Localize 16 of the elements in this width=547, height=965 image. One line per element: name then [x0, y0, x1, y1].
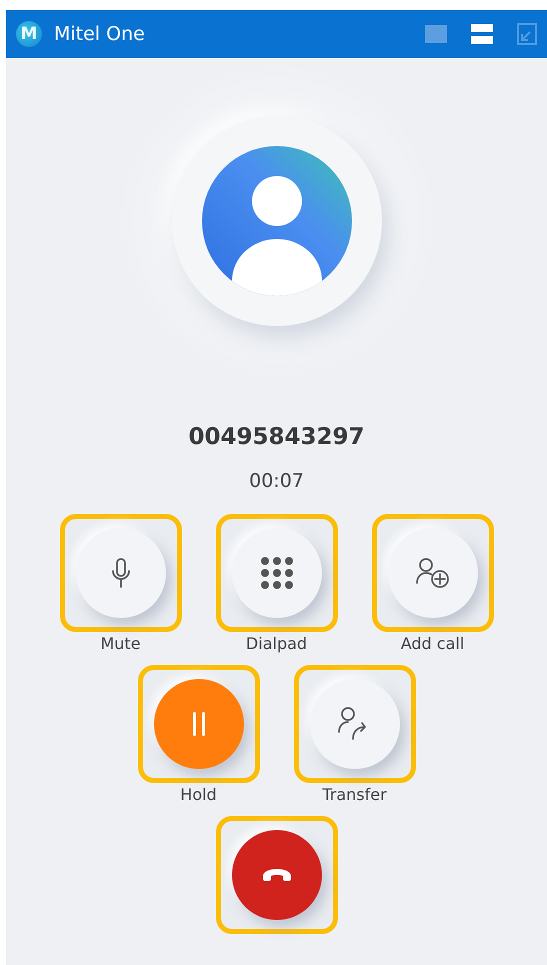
microphone-icon [112, 558, 130, 588]
button-label: Dialpad [246, 634, 308, 653]
app-logo: M [16, 21, 42, 47]
list-view-icon[interactable] [471, 24, 493, 44]
button-label: Transfer [322, 785, 387, 804]
button-label: Mute [100, 634, 141, 653]
expand-icon[interactable] [517, 23, 537, 45]
window-title: Mitel One [54, 23, 146, 45]
dialpad-icon [260, 556, 294, 590]
call-duration: 00:07 [249, 470, 304, 492]
hang-up-icon [262, 868, 292, 882]
add-person-icon [414, 557, 450, 589]
phone-number: 00495843297 [188, 424, 365, 450]
button-label: Hold [180, 785, 217, 804]
pause-icon [190, 711, 206, 737]
button-label: Add call [400, 634, 464, 653]
